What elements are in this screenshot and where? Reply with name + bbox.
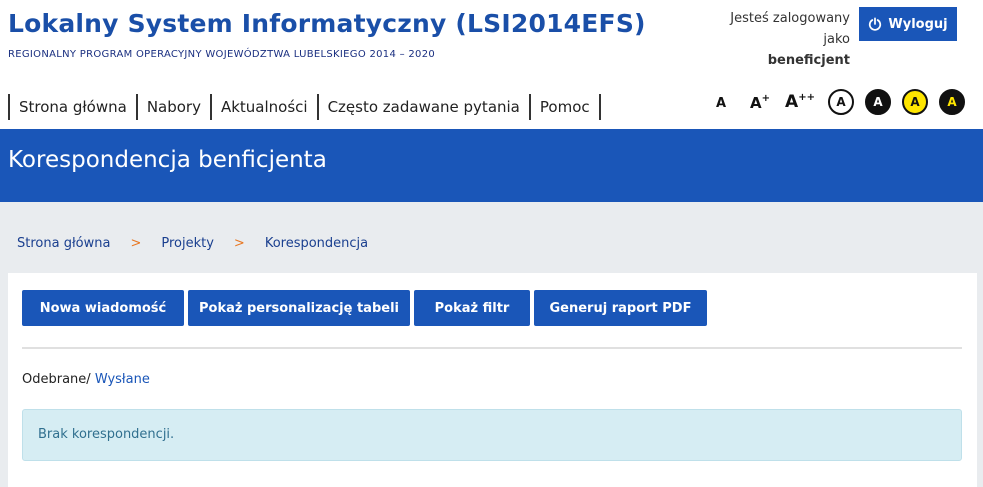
login-prefix: Jesteś zalogowany jako <box>730 11 850 47</box>
breadcrumb: Strona główna > Projekty > Korespondencj… <box>17 236 368 251</box>
page-title: Korespondencja benficjenta <box>8 147 327 173</box>
nav-item-home[interactable]: Strona główna <box>8 94 136 120</box>
page-banner: Korespondencja benficjenta <box>0 129 983 202</box>
font-size-large-label: A <box>785 92 799 112</box>
page-header: Lokalny System Informatyczny (LSI2014EFS… <box>0 0 983 129</box>
font-size-medium-sup: + <box>761 92 770 104</box>
main-nav: Strona główna Nabory Aktualności Często … <box>8 94 601 120</box>
nav-item-calls[interactable]: Nabory <box>135 94 210 120</box>
font-size-normal-label: A <box>715 96 727 111</box>
tab-received[interactable]: Odebrane <box>22 372 86 387</box>
tab-separator: / <box>86 372 91 387</box>
app-subtitle: REGIONALNY PROGRAM OPERACYJNY WOJEWÓDZTW… <box>8 49 436 60</box>
app-title: Lokalny System Informatyczny (LSI2014EFS… <box>8 9 646 38</box>
empty-alert-message: Brak korespondencji. <box>38 427 175 442</box>
login-info: Jesteś zalogowany jako beneficjent <box>700 8 850 71</box>
font-size-medium-button[interactable]: A+ <box>740 93 780 112</box>
new-message-button[interactable]: Nowa wiadomość <box>22 290 184 326</box>
pdf-report-button[interactable]: Generuj raport PDF <box>534 290 707 326</box>
font-size-medium-label: A <box>750 93 762 112</box>
font-size-large-sup: ++ <box>798 92 815 103</box>
show-filter-button[interactable]: Pokaż filtr <box>414 290 530 326</box>
contrast-black-yellow-button[interactable]: A <box>939 89 965 115</box>
breadcrumb-projects[interactable]: Projekty <box>161 236 214 251</box>
contrast-yellow-black-button[interactable]: A <box>902 89 928 115</box>
breadcrumb-separator: > <box>130 236 142 251</box>
nav-item-news[interactable]: Aktualności <box>209 94 317 120</box>
mailbox-tabs: Odebrane/ Wysłane <box>22 372 150 387</box>
breadcrumb-correspondence[interactable]: Korespondencja <box>265 236 368 251</box>
empty-alert: Brak korespondencji. <box>22 409 962 461</box>
breadcrumb-home[interactable]: Strona główna <box>17 236 110 251</box>
content-panel: Nowa wiadomość Pokaż personalizację tabe… <box>8 273 977 487</box>
breadcrumb-separator: > <box>233 236 245 251</box>
divider <box>22 347 962 349</box>
toolbar: Nowa wiadomość Pokaż personalizację tabe… <box>22 290 711 326</box>
contrast-default-button[interactable]: A <box>828 89 854 115</box>
tab-sent[interactable]: Wysłane <box>95 372 150 387</box>
power-icon <box>869 17 882 31</box>
nav-item-faq[interactable]: Często zadawane pytania <box>316 94 529 120</box>
nav-item-help[interactable]: Pomoc <box>528 94 601 120</box>
contrast-black-white-button[interactable]: A <box>865 89 891 115</box>
logout-label: Wyloguj <box>888 16 948 32</box>
font-size-large-button[interactable]: A++ <box>780 92 820 112</box>
accessibility-controls: A A+ A++ A A A A <box>706 87 965 117</box>
login-username: beneficjent <box>767 53 850 68</box>
table-personalization-button[interactable]: Pokaż personalizację tabeli <box>188 290 410 326</box>
logout-button[interactable]: Wyloguj <box>859 7 957 41</box>
font-size-normal-button[interactable]: A <box>706 96 736 111</box>
